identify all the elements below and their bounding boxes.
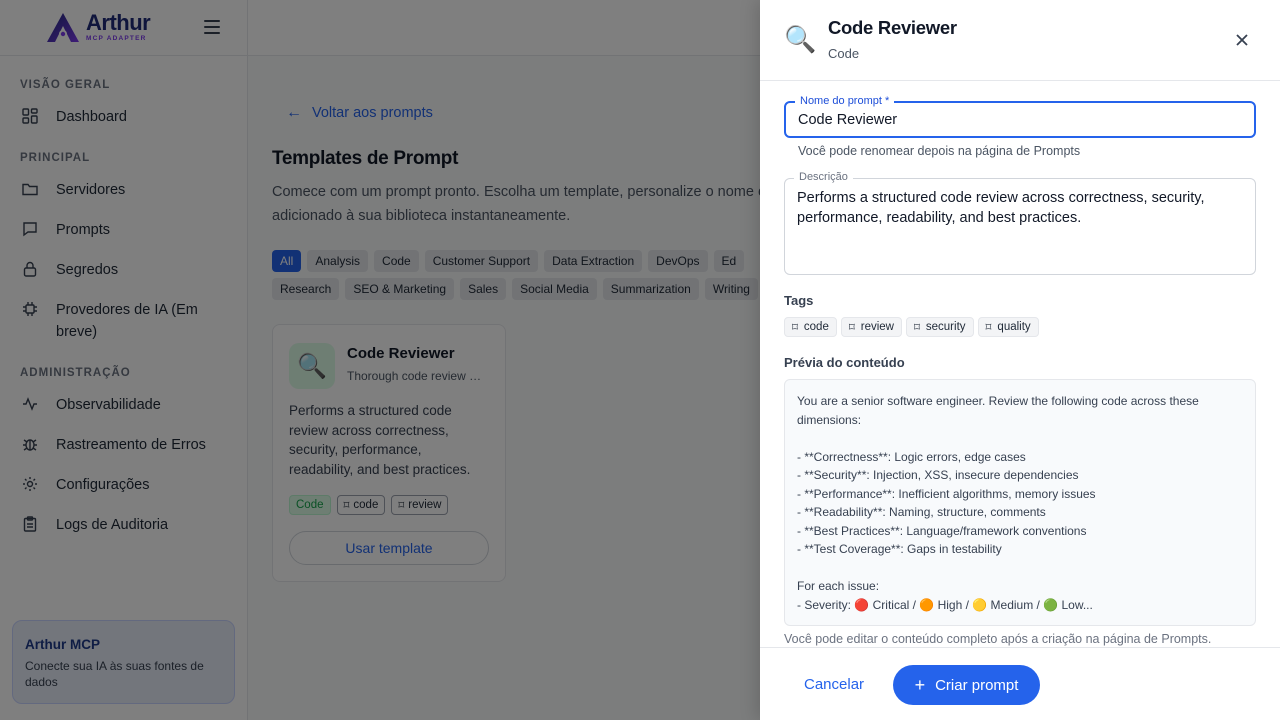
tag-icon: ⌑ bbox=[792, 322, 798, 334]
magnifier-icon: 🔍 bbox=[784, 24, 817, 54]
close-icon[interactable] bbox=[1232, 30, 1252, 50]
tag-chip: ⌑ code bbox=[784, 317, 837, 337]
preview-label: Prévia do conteúdo bbox=[784, 355, 905, 370]
prompt-name-label: Nome do prompt * bbox=[795, 94, 895, 108]
tag-chip: ⌑ review bbox=[840, 317, 902, 337]
tag-icon: ⌑ bbox=[913, 322, 920, 334]
tag-chip: ⌑ security bbox=[905, 317, 974, 337]
tag-label: quality bbox=[997, 321, 1031, 333]
drawer-header: 🔍 Code Reviewer Code bbox=[760, 0, 1280, 81]
description-label: Descrição bbox=[794, 170, 853, 184]
content-preview: You are a senior software engineer. Revi… bbox=[784, 379, 1256, 626]
create-prompt-button[interactable]: + Criar prompt bbox=[893, 665, 1040, 705]
tag-label: security bbox=[925, 321, 966, 333]
description-field[interactable]: Descrição Performs a structured code rev… bbox=[784, 170, 1256, 275]
plus-icon: + bbox=[914, 675, 926, 695]
description-value: Performs a structured code review across… bbox=[797, 190, 1205, 226]
prompt-name-field[interactable]: Nome do prompt * Code Reviewer bbox=[784, 94, 1256, 138]
create-prompt-drawer: 🔍 Code Reviewer Code Nome do prompt * Co… bbox=[760, 0, 1280, 720]
tag-chip: ⌑ quality bbox=[977, 317, 1039, 337]
drawer-subtitle: Code bbox=[828, 46, 860, 61]
drawer-footer: Cancelar + Criar prompt bbox=[760, 647, 1280, 720]
tag-label: review bbox=[860, 321, 894, 333]
tags-label: Tags bbox=[784, 293, 814, 308]
modal-backdrop[interactable] bbox=[0, 0, 760, 720]
tag-icon: ⌑ bbox=[848, 322, 855, 334]
tag-label: code bbox=[803, 321, 829, 333]
tag-icon: ⌑ bbox=[985, 322, 992, 334]
cancel-button[interactable]: Cancelar bbox=[804, 676, 864, 693]
drawer-title: Code Reviewer bbox=[828, 17, 957, 38]
prompt-name-value: Code Reviewer bbox=[798, 112, 898, 128]
tags-list: ⌑ code ⌑ review ⌑ security ⌑ quality bbox=[784, 317, 1039, 337]
prompt-name-helper: Você pode renomear depois na página de P… bbox=[798, 144, 1081, 158]
preview-helper: Você pode editar o conteúdo completo apó… bbox=[784, 632, 1212, 646]
create-prompt-label: Criar prompt bbox=[935, 676, 1019, 694]
